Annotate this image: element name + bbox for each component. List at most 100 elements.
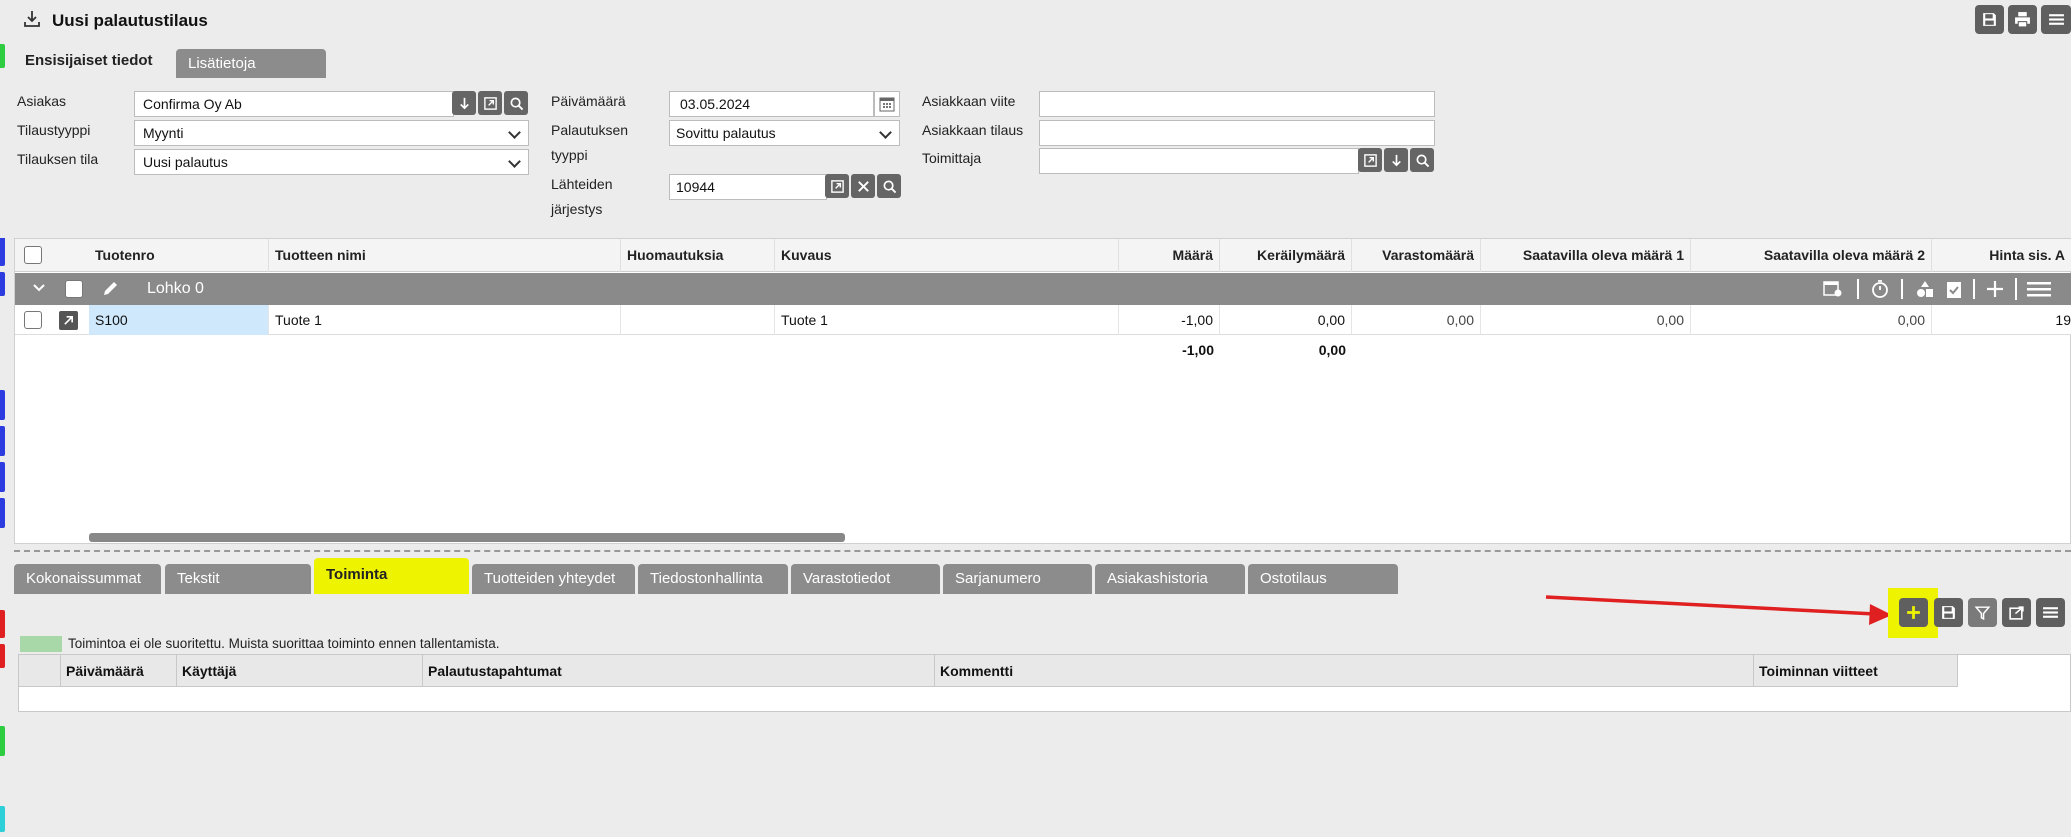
cell-saatavilla-2: 0,00 — [1691, 305, 1932, 335]
row-checkbox[interactable] — [24, 311, 42, 329]
lahteiden-search-button[interactable] — [877, 174, 901, 198]
col-saatavilla-2[interactable]: Saatavilla oleva määrä 2 — [1691, 239, 1932, 272]
horizontal-scrollbar[interactable] — [89, 533, 845, 542]
stopwatch-icon[interactable] — [1871, 279, 1889, 302]
export-button[interactable] — [2002, 598, 2031, 627]
open-external-icon — [483, 96, 497, 110]
select-all-checkbox[interactable] — [24, 246, 42, 264]
cell-kuvaus[interactable]: Tuote 1 — [775, 305, 1119, 335]
asiakas-search-button[interactable] — [504, 91, 528, 115]
lahteiden-open-button[interactable] — [825, 174, 849, 198]
asiakas-dropdown-button[interactable] — [452, 91, 476, 115]
asiakas-label: Asiakas — [17, 93, 67, 109]
total-kerailymaara: 0,00 — [1318, 342, 1346, 358]
calendar-icon — [879, 97, 895, 112]
asiakkaan-tilaus-input[interactable] — [1039, 120, 1435, 146]
tab-asiakashistoria[interactable]: Asiakashistoria — [1095, 564, 1245, 594]
arrow-down-icon — [1391, 154, 1401, 166]
toimittaja-open-button[interactable] — [1358, 148, 1382, 172]
col-toiminnan-viitteet[interactable]: Toiminnan viitteet — [1754, 655, 1958, 687]
tab-lisatietoja[interactable]: Lisätietoja — [176, 49, 326, 78]
asiakkaan-viite-input[interactable] — [1039, 91, 1435, 117]
cell-huomautuksia[interactable] — [621, 305, 775, 335]
col-kayttaja[interactable]: Käyttäjä — [177, 655, 423, 687]
menu-button[interactable] — [2041, 5, 2071, 34]
tab-sarjanumero[interactable]: Sarjanumero — [943, 564, 1092, 594]
tilauksen-tila-select[interactable]: Uusi palautus — [134, 149, 529, 175]
asiakas-input[interactable]: Confirma Oy Ab — [134, 91, 454, 117]
shapes-icon[interactable] — [1915, 279, 1935, 302]
col-tuotteen-nimi[interactable]: Tuotteen nimi — [269, 239, 621, 272]
toimittaja-label: Toimittaja — [922, 150, 982, 166]
tab-kokonaissummat[interactable]: Kokonaissummat — [14, 564, 161, 594]
cell-maara[interactable]: -1,00 — [1119, 305, 1220, 335]
cell-hinta[interactable]: 19 — [1932, 305, 2071, 335]
search-icon — [883, 180, 896, 193]
tab-tekstit[interactable]: Tekstit — [165, 564, 311, 594]
action-table: Päivämäärä Käyttäjä Palautustapahtumat K… — [18, 654, 2071, 712]
toimittaja-search-button[interactable] — [1410, 148, 1434, 172]
col-palautustapahtumat[interactable]: Palautustapahtumat — [423, 655, 935, 687]
calendar-edit-icon[interactable] — [1823, 280, 1843, 301]
lahteiden-clear-button[interactable] — [851, 174, 875, 198]
filter-icon — [1974, 606, 1991, 621]
add-row-icon[interactable] — [1985, 279, 2005, 302]
col-saatavilla-1[interactable]: Saatavilla oleva määrä 1 — [1481, 239, 1691, 272]
print-button[interactable] — [2008, 5, 2037, 34]
calendar-button[interactable] — [874, 91, 900, 117]
chevron-down-icon[interactable] — [31, 279, 47, 298]
lahteiden-jarjestys-input[interactable]: 10944 — [669, 174, 827, 200]
col-kuvaus[interactable]: Kuvaus — [775, 239, 1119, 272]
pencil-icon[interactable] — [101, 278, 121, 301]
hamburger-icon — [2043, 607, 2058, 618]
tab-ostotilaus[interactable]: Ostotilaus — [1248, 564, 1398, 594]
toimittaja-input[interactable] — [1039, 148, 1359, 174]
col-maara[interactable]: Määrä — [1119, 239, 1220, 272]
cell-kerailymaara[interactable]: 0,00 — [1220, 305, 1352, 335]
toimittaja-dropdown-button[interactable] — [1384, 148, 1408, 172]
lahteiden-label-1: Lähteiden — [551, 176, 613, 192]
cell-tuotteen-nimi[interactable]: Tuote 1 — [269, 305, 621, 335]
palautuksen-tyyppi-label-1: Palautuksen — [551, 122, 629, 138]
cell-varastomaara: 0,00 — [1352, 305, 1481, 335]
search-icon — [1416, 154, 1429, 167]
filter-button[interactable] — [1968, 598, 1997, 627]
asiakas-open-button[interactable] — [478, 91, 502, 115]
tab-toiminta[interactable]: Toiminta — [314, 558, 469, 594]
tab-varastotiedot[interactable]: Varastotiedot — [791, 564, 940, 594]
col-huomautuksia[interactable]: Huomautuksia — [621, 239, 775, 272]
tab-ensisijaiset-tiedot[interactable]: Ensisijaiset tiedot — [14, 44, 174, 80]
legend-swatch — [20, 636, 62, 652]
hamburger-icon[interactable] — [2027, 279, 2051, 302]
search-icon — [510, 97, 523, 110]
header-form: Asiakas Confirma Oy Ab Tilaustyyppi Myyn… — [0, 78, 2071, 238]
product-grid: Tuotenro Tuotteen nimi Huomautuksia Kuva… — [14, 238, 2071, 544]
splitter[interactable] — [14, 550, 2071, 552]
palautuksen-tyyppi-select[interactable]: Sovittu palautus — [669, 120, 900, 146]
legend-text: Toimintoa ei ole suoritettu. Muista suor… — [68, 636, 500, 651]
col-paivamaara[interactable]: Päivämäärä — [61, 655, 177, 687]
group-checkbox[interactable] — [65, 280, 83, 298]
row-open-button[interactable] — [59, 311, 78, 330]
tab-tuotteiden-yhteydet[interactable]: Tuotteiden yhteydet — [472, 564, 635, 594]
save-button[interactable] — [1975, 5, 2004, 34]
export-icon — [2009, 606, 2024, 620]
add-button[interactable] — [1899, 598, 1928, 627]
asiakkaan-tilaus-label: Asiakkaan tilaus — [922, 122, 1024, 138]
tab-tiedostonhallinta[interactable]: Tiedostonhallinta — [638, 564, 788, 594]
col-varastomaara[interactable]: Varastomäärä — [1352, 239, 1481, 272]
col-tuotenro[interactable]: Tuotenro — [89, 239, 269, 272]
col-kommentti[interactable]: Kommentti — [935, 655, 1754, 687]
arrow-down-icon — [459, 97, 469, 109]
table-row[interactable]: S100 Tuote 1 Tuote 1 -1,00 0,00 0,00 0,0… — [15, 305, 2071, 335]
toiminta-save-button[interactable] — [1934, 598, 1963, 627]
clipboard-check-icon[interactable] — [1945, 279, 1963, 302]
paivamaara-input[interactable]: 03.05.2024 — [669, 91, 874, 117]
col-hinta-label: Hinta sis. A — [1989, 247, 2065, 263]
col-kerailymaara[interactable]: Keräilymäärä — [1220, 239, 1352, 272]
tilaustyyppi-select[interactable]: Myynti — [134, 120, 529, 146]
toiminta-menu-button[interactable] — [2036, 598, 2065, 627]
cell-tuotenro[interactable]: S100 — [89, 305, 269, 335]
col-hinta[interactable]: Hinta sis. A — [1932, 239, 2071, 272]
arrow-up-right-icon — [64, 316, 73, 325]
